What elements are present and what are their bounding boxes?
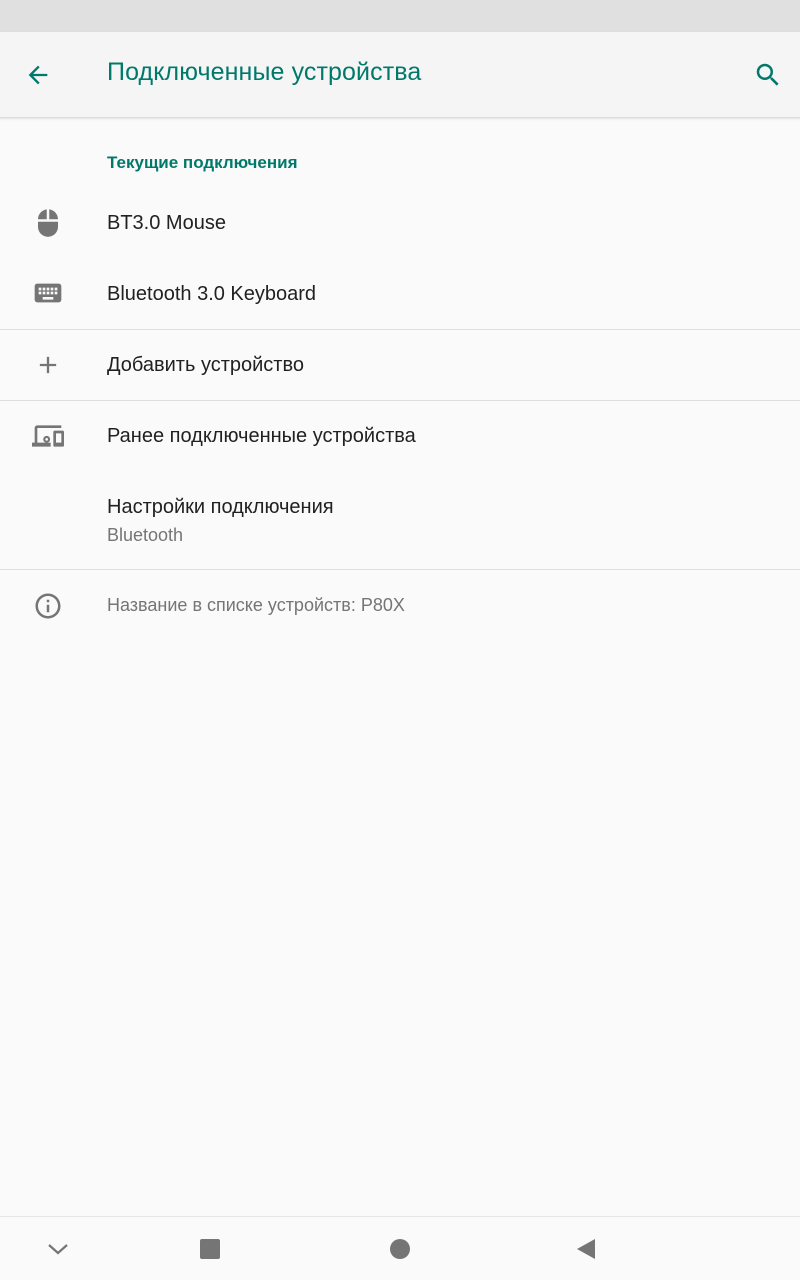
device-label: Bluetooth 3.0 Keyboard: [107, 283, 317, 305]
arrow-back-icon: [28, 65, 48, 85]
mouse-icon: [24, 199, 72, 247]
device-label: BT3.0 Mouse: [107, 212, 226, 234]
device-item-mouse[interactable]: BT3.0 Mouse: [0, 188, 800, 258]
back-triangle-icon: [577, 1239, 595, 1259]
add-device-label: Добавить устройство: [107, 354, 304, 376]
nav-hide-button[interactable]: [34, 1225, 82, 1273]
chevron-down-icon: [48, 1244, 68, 1255]
previous-devices-label: Ранее подключенные устройства: [107, 425, 416, 447]
connection-prefs-label: Настройки подключения: [107, 496, 334, 518]
devices-icon: [24, 412, 72, 460]
search-icon: [756, 63, 779, 86]
previous-devices-item[interactable]: Ранее подключенные устройства: [0, 401, 800, 472]
connection-prefs-summary: Bluetooth: [107, 525, 184, 545]
device-item-keyboard[interactable]: Bluetooth 3.0 Keyboard: [0, 258, 800, 329]
connection-prefs-item[interactable]: Настройки подключения Bluetooth: [0, 472, 800, 569]
add-device-item[interactable]: Добавить устройство: [0, 330, 800, 400]
plus-icon: [24, 341, 72, 389]
status-bar: [0, 0, 800, 32]
app-bar: Подключенные устройства: [0, 32, 800, 118]
info-icon: [24, 582, 72, 630]
device-name-text: Название в списке устройств: P80X: [107, 595, 405, 615]
keyboard-icon: [24, 269, 72, 317]
page-title: Подключенные устройства: [107, 58, 422, 86]
recents-square-icon: [200, 1239, 220, 1259]
navigation-bar: [0, 1216, 800, 1280]
home-circle-icon: [390, 1239, 410, 1259]
section-header-current-connections: Текущие подключения: [107, 153, 298, 172]
back-button[interactable]: [14, 51, 62, 99]
device-name-info: Название в списке устройств: P80X: [0, 570, 800, 642]
nav-home-button[interactable]: [376, 1225, 424, 1273]
nav-back-button[interactable]: [562, 1225, 610, 1273]
nav-recents-button[interactable]: [186, 1225, 234, 1273]
search-button[interactable]: [744, 51, 792, 99]
